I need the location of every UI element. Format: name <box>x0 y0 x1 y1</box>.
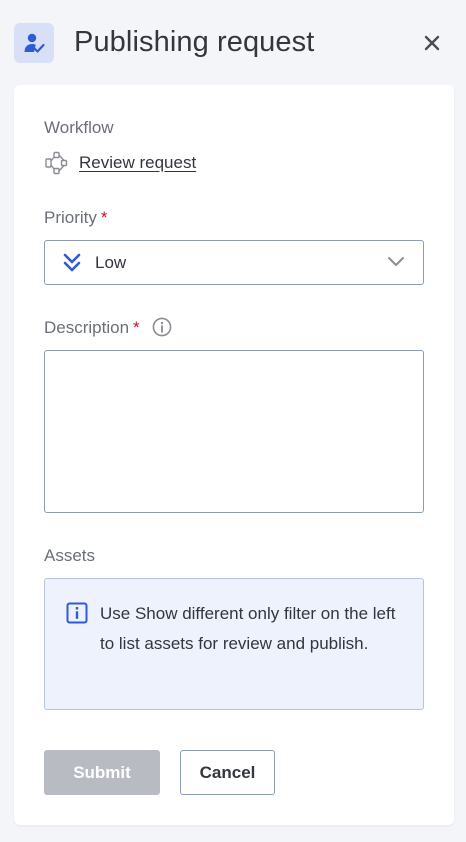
workflow-link[interactable]: Review request <box>79 153 196 173</box>
dialog-header: Publishing request <box>0 0 466 86</box>
description-label: Description * <box>44 317 172 339</box>
double-chevron-down-icon <box>63 253 81 272</box>
priority-label: Priority * <box>44 208 108 227</box>
close-button[interactable] <box>418 29 446 57</box>
priority-select[interactable]: Low <box>44 240 424 285</box>
close-icon <box>424 35 440 51</box>
description-field[interactable] <box>44 350 424 513</box>
request-form: Workflow Review request Priority * Low De… <box>14 85 454 825</box>
priority-value: Low <box>95 253 127 272</box>
user-check-icon <box>14 23 54 63</box>
info-icon[interactable] <box>152 317 172 337</box>
notice-text: Use Show different only filter on the le… <box>100 604 396 653</box>
required-mark: * <box>133 318 140 337</box>
cancel-button[interactable]: Cancel <box>180 750 275 795</box>
workflow-icon <box>45 151 68 175</box>
assets-notice: Use Show different only filter on the le… <box>44 578 424 710</box>
workflow-label: Workflow <box>44 118 114 137</box>
info-square-icon <box>66 602 88 624</box>
required-mark: * <box>100 208 108 227</box>
workflow-row: Review request <box>44 150 196 176</box>
chevron-down-icon <box>388 257 404 266</box>
assets-label: Assets <box>44 546 96 565</box>
submit-button[interactable]: Submit <box>44 750 160 795</box>
page-title: Publishing request <box>74 26 315 58</box>
